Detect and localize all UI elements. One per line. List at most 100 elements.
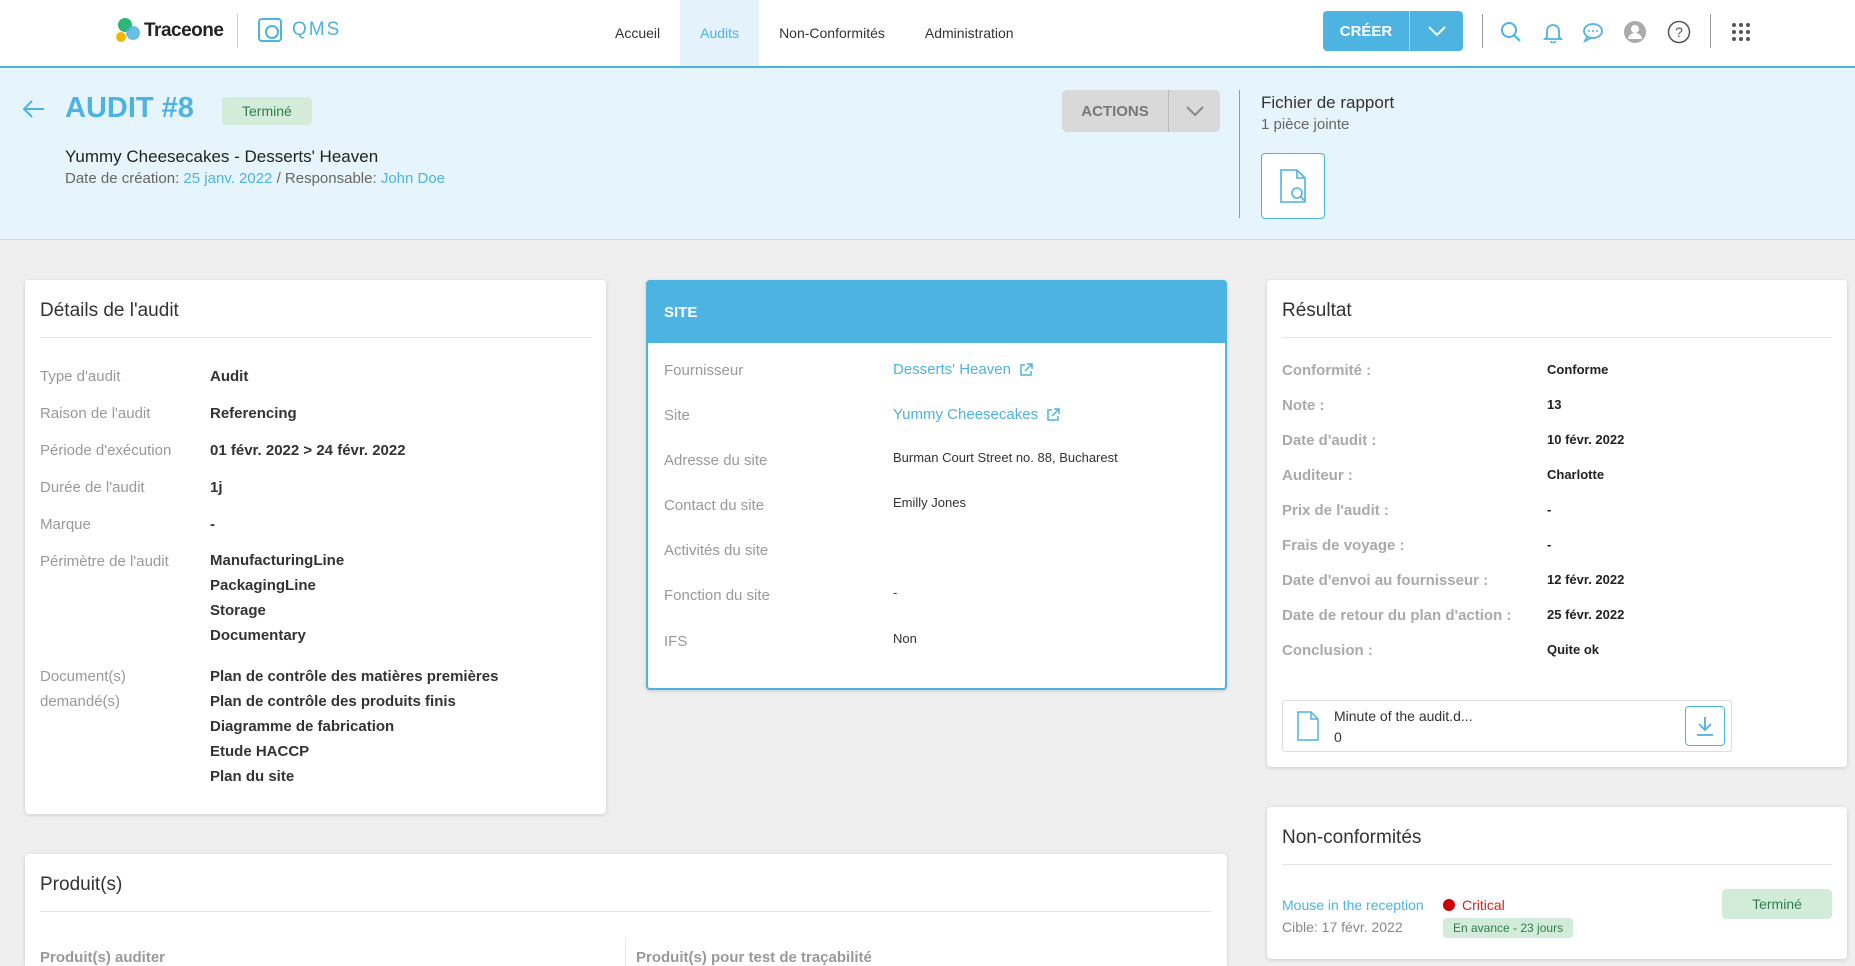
card-title: Détails de l'audit <box>40 300 179 321</box>
documents-label-line: Document(s) <box>40 668 126 685</box>
created-date: 25 janv. 2022 <box>183 170 273 187</box>
result-label: Date d'envoi au fournisseur : <box>1282 572 1489 589</box>
external-link-icon <box>1047 407 1060 421</box>
detail-value: Referencing <box>210 405 297 422</box>
site-link[interactable]: Yummy Cheesecakes <box>893 406 1060 423</box>
site-link-text: Yummy Cheesecakes <box>893 406 1039 423</box>
site-field-label: Activités du site <box>664 542 769 559</box>
app-name: QMS <box>292 19 342 40</box>
site-address: Burman Court Street no. 88, Bucharest <box>893 450 1118 465</box>
site-field-label: Fournisseur <box>664 362 744 379</box>
card-title: Résultat <box>1282 300 1352 321</box>
attachment-name: Minute of the audit.d... <box>1334 708 1473 724</box>
chevron-down-icon[interactable] <box>1409 11 1463 51</box>
report-file-title: Fichier de rapport <box>1261 93 1395 112</box>
back-arrow-icon[interactable] <box>22 94 46 126</box>
header-divider <box>1239 90 1240 218</box>
bell-icon[interactable] <box>1540 19 1566 45</box>
documents-list: Plan de contrôle des matières premières … <box>210 664 498 789</box>
nav-accueil[interactable]: Accueil <box>595 0 680 66</box>
result-value: Conforme <box>1547 362 1609 377</box>
owner-link[interactable]: John Doe <box>381 170 445 187</box>
result-value: 10 févr. 2022 <box>1547 432 1625 447</box>
detail-value: Audit <box>210 368 249 385</box>
qms-app-switch[interactable]: QMS <box>258 18 341 42</box>
ahead-badge: En avance - 23 jours <box>1443 918 1574 938</box>
supplier-link-text: Desserts' Heaven <box>893 361 1011 378</box>
document-search-icon <box>1280 169 1306 203</box>
document-item: Plan de contrôle des produits finis <box>210 693 456 710</box>
site-field-label: Contact du site <box>664 497 765 514</box>
result-value: Quite ok <box>1547 642 1600 657</box>
scope-item: Storage <box>210 602 266 619</box>
result-value: - <box>1547 537 1552 552</box>
site-field-label: Adresse du site <box>664 452 768 469</box>
card-divider <box>1282 864 1832 865</box>
nonconformities-card: Non-conformités Mouse in the reception C… <box>1267 807 1847 959</box>
site-field-label: Site <box>664 407 690 424</box>
report-file-preview-button[interactable] <box>1261 153 1325 219</box>
brand-divider <box>237 14 238 48</box>
scope-item: ManufacturingLine <box>210 552 345 569</box>
detail-value: 1j <box>210 479 223 496</box>
result-label: Auditeur : <box>1282 467 1353 484</box>
detail-value: 01 févr. 2022 > 24 févr. 2022 <box>210 442 406 459</box>
traceone-logo[interactable]: Traceone <box>116 16 224 46</box>
document-item: Plan de contrôle des matières premières <box>210 668 499 685</box>
products-card: Produit(s) Produit(s) auditer Produit(s)… <box>25 854 1227 966</box>
site-function: - <box>893 585 898 600</box>
detail-label: Marque <box>40 516 91 533</box>
create-button[interactable]: CRÉER <box>1323 11 1463 51</box>
nonconformity-link[interactable]: Mouse in the reception <box>1282 897 1424 913</box>
logo-text: Traceone <box>144 20 224 41</box>
card-title: Non-conformités <box>1282 827 1422 848</box>
result-label: Conclusion : <box>1282 642 1373 659</box>
chevron-down-icon[interactable] <box>1168 90 1220 132</box>
detail-label: Raison de l'audit <box>40 405 151 422</box>
column-divider <box>625 938 626 966</box>
top-navbar: Traceone QMS Accueil Audits Non-Conformi… <box>0 0 1855 68</box>
result-label: Date de retour du plan d'action : <box>1282 607 1512 624</box>
supplier-link[interactable]: Desserts' Heaven <box>893 361 1033 378</box>
owner-label: / Responsable: <box>276 170 377 187</box>
main-nav: Accueil Audits Non-Conformités Administr… <box>595 0 1034 66</box>
nonconformity-status-badge: Terminé <box>1722 889 1832 919</box>
chat-icon[interactable] <box>1580 19 1606 45</box>
nav-audits[interactable]: Audits <box>680 0 760 66</box>
result-value: 12 févr. 2022 <box>1547 572 1625 587</box>
qms-icon <box>258 18 282 42</box>
result-card: Résultat Conformité : Conforme Note : 13… <box>1267 280 1847 767</box>
svg-text:?: ? <box>1675 24 1683 40</box>
created-label: Date de création: <box>65 170 180 187</box>
app-grid-icon[interactable] <box>1728 19 1754 45</box>
documents-label: Document(s) demandé(s) <box>40 664 126 714</box>
nonconformity-target: Cible: 17 févr. 2022 <box>1282 919 1403 935</box>
nav-administration[interactable]: Administration <box>905 0 1034 66</box>
search-icon[interactable] <box>1498 19 1524 45</box>
status-badge: Terminé <box>222 97 312 125</box>
document-item: Etude HACCP <box>210 743 310 760</box>
detail-label: Durée de l'audit <box>40 479 145 496</box>
documents-label-line: demandé(s) <box>40 693 121 710</box>
user-avatar-icon[interactable] <box>1622 19 1648 45</box>
result-value: 25 févr. 2022 <box>1547 607 1625 622</box>
site-card-header: SITE <box>648 282 1225 343</box>
page-title: AUDIT #8 <box>65 92 194 124</box>
severity-indicator: Critical <box>1443 897 1505 913</box>
result-value: 13 <box>1547 397 1562 412</box>
site-contact: Emilly Jones <box>893 495 966 510</box>
nav-non-conformites[interactable]: Non-Conformités <box>759 0 905 66</box>
scope-item: Documentary <box>210 627 306 644</box>
site-ifs: Non <box>893 631 917 646</box>
download-icon[interactable] <box>1685 706 1725 746</box>
attachment-item[interactable]: Minute of the audit.d... 0 <box>1282 700 1732 752</box>
scope-label: Périmètre de l'audit <box>40 553 169 570</box>
actions-button[interactable]: ACTIONS <box>1062 90 1220 132</box>
help-icon[interactable]: ? <box>1666 19 1692 45</box>
card-title: Produit(s) <box>40 874 123 895</box>
toolbar-divider <box>1482 14 1483 48</box>
severity-label: Critical <box>1462 897 1505 913</box>
site-field-label: Fonction du site <box>664 587 770 604</box>
scope-list: ManufacturingLine PackagingLine Storage … <box>210 548 344 648</box>
result-label: Note : <box>1282 397 1325 414</box>
